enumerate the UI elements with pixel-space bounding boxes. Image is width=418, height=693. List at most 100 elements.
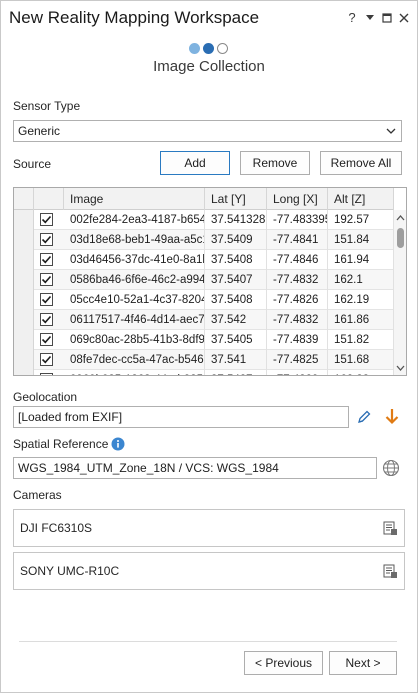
checkmark-icon — [41, 215, 52, 224]
source-label: Source — [13, 157, 52, 171]
cell-long: -77.4832 — [267, 310, 328, 330]
cell-alt: 161.94 — [328, 250, 394, 270]
cell-image: 0960b085-1863-44ad-9856 — [64, 370, 205, 375]
cell-image: 08fe7dec-cc5a-47ac-b546- — [64, 350, 205, 370]
cell-lat: 37.5427 — [205, 370, 267, 375]
step-title: Image Collection — [153, 58, 265, 75]
remove-all-button[interactable]: Remove All — [320, 151, 402, 175]
table-row[interactable]: 08fe7dec-cc5a-47ac-b546- 37.541 -77.4825 15… — [14, 350, 394, 370]
table-row[interactable]: 06117517-4f46-4d14-aec7- 37.542 -77.4832 16… — [14, 310, 394, 330]
row-checkbox[interactable] — [40, 373, 53, 376]
table-row[interactable]: 05cc4e10-52a1-4c37-8204- 37.5408 -77.4826 1… — [14, 290, 394, 310]
row-selector[interactable] — [14, 310, 34, 330]
table-row[interactable]: 002fe284-2ea3-4187-b654- 37.541328 -77.483… — [14, 210, 394, 230]
cell-image: 03d46456-37dc-41e0-8a1b — [64, 250, 205, 270]
scroll-thumb[interactable] — [397, 228, 404, 248]
row-checkbox[interactable] — [40, 233, 53, 246]
cell-lat: 37.5409 — [205, 230, 267, 250]
cell-alt: 162.19 — [328, 290, 394, 310]
chevron-down-icon — [385, 124, 397, 138]
cell-alt: 161.86 — [328, 310, 394, 330]
help-icon[interactable]: ? — [344, 9, 360, 27]
table-body: 002fe284-2ea3-4187-b654- 37.541328 -77.483… — [14, 210, 394, 376]
download-arrow-icon[interactable] — [383, 407, 401, 427]
checkmark-icon — [41, 374, 52, 376]
cell-lat: 37.5407 — [205, 270, 267, 290]
cell-image: 06117517-4f46-4d14-aec7- — [64, 310, 205, 330]
geolocation-field[interactable]: [Loaded from EXIF] — [13, 406, 349, 428]
camera-item[interactable]: SONY UMC-R10C — [13, 552, 405, 590]
properties-icon[interactable] — [382, 520, 398, 536]
cell-long: -77.4846 — [267, 250, 328, 270]
row-selector[interactable] — [14, 210, 34, 230]
step-dot-pending — [217, 43, 228, 54]
window-title: New Reality Mapping Workspace — [9, 8, 260, 27]
info-icon[interactable] — [111, 437, 125, 451]
close-icon[interactable] — [396, 9, 412, 27]
table-row[interactable]: 03d46456-37dc-41e0-8a1b 37.5408 -77.4846 16… — [14, 250, 394, 270]
row-selector[interactable] — [14, 350, 34, 370]
table-header: Image Lat [Y] Long [X] Alt [Z] — [14, 188, 394, 210]
column-header-image[interactable]: Image — [64, 188, 205, 210]
table-row[interactable]: 0586ba46-6f6e-46c2-a994- 37.5407 -77.4832 1… — [14, 270, 394, 290]
row-selector[interactable] — [14, 330, 34, 350]
previous-button[interactable]: < Previous — [244, 651, 323, 675]
column-header-long[interactable]: Long [X] — [267, 188, 328, 210]
header-check — [34, 188, 64, 210]
workspace-pane: New Reality Mapping Workspace ? Image Co… — [0, 0, 418, 693]
chevron-down-icon[interactable] — [362, 9, 378, 27]
scroll-up-icon[interactable] — [396, 214, 405, 222]
sensor-type-dropdown[interactable]: Generic — [13, 120, 402, 142]
header-rowselector — [14, 188, 34, 210]
table-row[interactable]: 069c80ac-28b5-41b3-8df9- 37.5405 -77.4839 1… — [14, 330, 394, 350]
cell-alt: 162.33 — [328, 370, 394, 375]
row-checkbox[interactable] — [40, 353, 53, 366]
next-button[interactable]: Next > — [329, 651, 397, 675]
cell-long: -77.4826 — [267, 290, 328, 310]
step-dot-current — [203, 43, 214, 54]
scroll-down-icon[interactable] — [396, 364, 405, 372]
globe-icon[interactable] — [382, 459, 400, 477]
row-checkbox[interactable] — [40, 333, 53, 346]
pencil-icon[interactable] — [355, 408, 373, 426]
row-checkbox[interactable] — [40, 213, 53, 226]
geolocation-label: Geolocation — [13, 390, 78, 404]
remove-button[interactable]: Remove — [240, 151, 310, 175]
camera-name: SONY UMC-R10C — [20, 564, 120, 578]
cell-image: 03d18e68-beb1-49aa-a5c1 — [64, 230, 205, 250]
cell-image: 002fe284-2ea3-4187-b654- — [64, 210, 205, 230]
cell-image: 069c80ac-28b5-41b3-8df9- — [64, 330, 205, 350]
spatial-reference-field[interactable]: WGS_1984_UTM_Zone_18N / VCS: WGS_1984 — [13, 457, 377, 479]
cell-lat: 37.5405 — [205, 330, 267, 350]
column-header-lat[interactable]: Lat [Y] — [205, 188, 267, 210]
cell-long: -77.4825 — [267, 350, 328, 370]
cell-lat: 37.5408 — [205, 250, 267, 270]
cell-long: -77.4832 — [267, 270, 328, 290]
checkmark-icon — [41, 235, 52, 244]
cell-long: -77.4829 — [267, 370, 328, 375]
checkmark-icon — [41, 355, 52, 364]
cell-long: -77.483395 — [267, 210, 328, 230]
restore-icon[interactable] — [379, 9, 395, 27]
row-selector[interactable] — [14, 250, 34, 270]
row-checkbox[interactable] — [40, 293, 53, 306]
cell-lat: 37.5408 — [205, 290, 267, 310]
camera-item[interactable]: DJI FC6310S — [13, 509, 405, 547]
row-selector[interactable] — [14, 290, 34, 310]
row-checkbox[interactable] — [40, 253, 53, 266]
row-selector[interactable] — [14, 270, 34, 290]
add-button[interactable]: Add — [160, 151, 230, 175]
checkmark-icon — [41, 295, 52, 304]
table-scrollbar[interactable] — [394, 210, 406, 375]
column-header-alt[interactable]: Alt [Z] — [328, 188, 394, 210]
table-row[interactable]: 03d18e68-beb1-49aa-a5c1 37.5409 -77.4841 15… — [14, 230, 394, 250]
row-checkbox[interactable] — [40, 313, 53, 326]
checkmark-icon — [41, 255, 52, 264]
row-checkbox[interactable] — [40, 273, 53, 286]
properties-icon[interactable] — [382, 563, 398, 579]
row-selector[interactable] — [14, 370, 34, 375]
table-row[interactable]: 0960b085-1863-44ad-985637.5427-77.482916… — [14, 370, 394, 376]
row-selector[interactable] — [14, 230, 34, 250]
camera-name: DJI FC6310S — [20, 521, 93, 535]
cell-alt: 151.68 — [328, 350, 394, 370]
